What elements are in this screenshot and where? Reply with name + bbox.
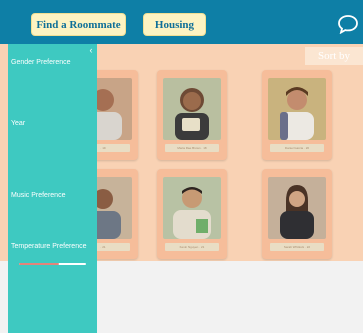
- chat-bubble-icon[interactable]: [337, 14, 359, 34]
- profile-photo: [163, 78, 221, 140]
- filter-temperature-preference[interactable]: Temperature Preference: [11, 243, 86, 251]
- roommate-card[interactable]: Kevin Nguyen · 21: [157, 169, 227, 259]
- temperature-slider[interactable]: [19, 263, 86, 265]
- profile-photo: [268, 177, 326, 239]
- housing-button[interactable]: Housing: [143, 13, 206, 36]
- roommate-card[interactable]: Maria Rae Brown · 18: [157, 70, 227, 160]
- roommate-card[interactable]: Sarah Whitlock · 22: [262, 169, 332, 259]
- temperature-slider-fill: [19, 263, 60, 265]
- filter-sidebar: [8, 44, 97, 333]
- card-name-label: Kevin Nguyen · 21: [165, 243, 219, 251]
- top-navigation-bar: Find a Roommate Housing: [0, 0, 363, 44]
- profile-photo: [163, 177, 221, 239]
- filter-year[interactable]: Year: [11, 120, 25, 128]
- profile-photo: [268, 78, 326, 140]
- find-roommate-button[interactable]: Find a Roommate: [31, 13, 126, 36]
- filter-gender-preference[interactable]: Gender Preference: [11, 59, 71, 67]
- roommate-card[interactable]: Daniel Garcia · 20: [262, 70, 332, 160]
- card-name-label: Sarah Whitlock · 22: [270, 243, 324, 251]
- filter-music-preference[interactable]: Music Preference: [11, 192, 65, 200]
- card-name-label: Maria Rae Brown · 18: [165, 144, 219, 152]
- card-name-label: Daniel Garcia · 20: [270, 144, 324, 152]
- chevron-left-icon[interactable]: ‹: [85, 44, 97, 56]
- sort-by-button[interactable]: Sort by: [305, 47, 363, 65]
